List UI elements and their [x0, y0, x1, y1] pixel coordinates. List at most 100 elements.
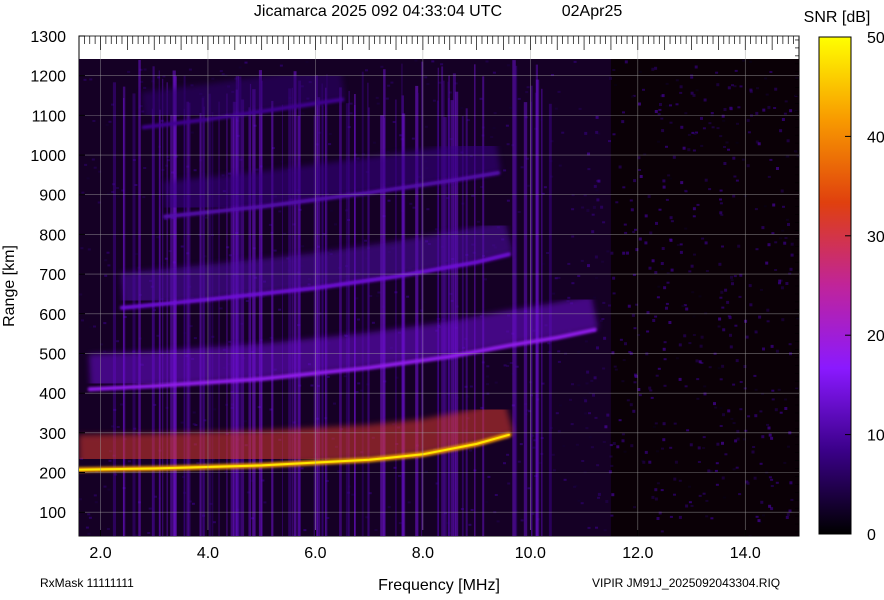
noise-speckle — [769, 71, 773, 73]
y-tick-label: 1100 — [32, 108, 67, 125]
noise-speckle — [658, 208, 662, 211]
noise-block — [766, 308, 770, 312]
noise-block — [603, 336, 607, 340]
noise-block — [754, 414, 758, 418]
noise-speckle — [696, 203, 700, 206]
noise-block — [624, 342, 627, 346]
noise-block — [655, 221, 658, 225]
noise-speckle — [619, 338, 623, 341]
noise-block — [779, 129, 783, 133]
y-tick-label: 500 — [39, 346, 66, 363]
noise-speckle — [739, 408, 743, 411]
noise-block — [659, 103, 662, 106]
noise-block — [736, 429, 740, 433]
noise-block — [760, 500, 764, 504]
noise-block — [593, 376, 597, 380]
noise-block — [608, 470, 612, 474]
interference-stripe — [515, 65, 518, 536]
noise-block — [780, 189, 784, 193]
noise-block — [713, 402, 716, 406]
noise-speckle — [681, 305, 685, 308]
noise-block — [584, 399, 588, 403]
noise-speckle — [673, 422, 677, 425]
noise-speckle — [721, 306, 725, 309]
noise-speckle — [774, 269, 778, 271]
noise-speckle — [716, 127, 720, 130]
noise-block — [735, 359, 739, 363]
noise-speckle — [691, 131, 695, 134]
noise-speckle — [622, 186, 626, 189]
noise-speckle — [675, 103, 679, 106]
noise-block — [668, 321, 672, 324]
y-tick-label: 700 — [39, 267, 66, 284]
y-ticks: 100 200 300 400 500 600 700 800 900 1000 1100 1200 1… — [30, 29, 85, 522]
noise-speckle — [748, 60, 752, 63]
noise-block — [789, 109, 793, 113]
x-tick-label: 12.0 — [622, 545, 653, 562]
noise-block — [757, 142, 761, 146]
noise-speckle — [656, 482, 660, 485]
y-tick-label: 300 — [39, 426, 66, 443]
noise-speckle — [717, 367, 721, 370]
noise-block — [651, 67, 655, 71]
noise-speckle — [688, 501, 692, 504]
noise-speckle — [737, 106, 741, 109]
noise-block — [786, 139, 790, 143]
interference-stripe — [339, 87, 342, 536]
noise-block — [781, 118, 785, 121]
noise-block — [726, 300, 730, 304]
interference-stripe — [252, 89, 256, 536]
noise-block — [661, 94, 665, 98]
noise-block — [679, 250, 683, 254]
noise-speckle — [790, 498, 794, 501]
noise-block — [768, 504, 772, 508]
colorbar-tick-label: 10 — [867, 428, 884, 445]
noise-speckle — [638, 169, 641, 171]
noise-speckle — [784, 237, 788, 239]
noise-block — [654, 110, 658, 113]
noise-speckle — [719, 202, 723, 205]
noise-speckle — [715, 462, 719, 465]
noise-block — [627, 304, 631, 308]
noise-block — [744, 319, 748, 323]
ionogram-chart: Jicamarca 2025 092 04:33:04 UTC 02Apr25 … — [1, 3, 884, 594]
noise-block — [716, 83, 720, 87]
noise-speckle — [690, 504, 694, 507]
noise-block — [630, 444, 634, 448]
noise-block — [723, 162, 727, 165]
noise-speckle — [669, 121, 673, 124]
noise-speckle — [676, 244, 680, 246]
noise-block — [597, 492, 601, 496]
noise-block — [632, 409, 636, 413]
noise-speckle — [657, 285, 661, 288]
noise-block — [721, 441, 724, 445]
noise-speckle — [770, 478, 774, 481]
noise-block — [644, 241, 648, 245]
noise-speckle — [722, 119, 726, 122]
noise-speckle — [684, 227, 688, 230]
noise-block — [694, 65, 698, 69]
noise-block — [692, 93, 696, 97]
noise-speckle — [618, 419, 622, 422]
noise-speckle — [741, 158, 745, 161]
noise-block — [731, 282, 734, 286]
noise-speckle — [783, 461, 787, 464]
x-tick-label: 6.0 — [304, 545, 326, 562]
noise-block — [645, 352, 649, 356]
noise-block — [648, 266, 652, 270]
noise-speckle — [770, 485, 774, 487]
noise-block — [654, 66, 658, 70]
noise-block — [789, 481, 793, 485]
noise-block — [595, 130, 599, 134]
interference-stripe — [452, 73, 456, 536]
noise-speckle — [612, 292, 616, 295]
noise-speckle — [692, 149, 696, 152]
noise-speckle — [692, 334, 696, 336]
noise-block — [745, 335, 749, 339]
noise-speckle — [655, 374, 659, 377]
noise-block — [762, 108, 766, 112]
noise-speckle — [759, 410, 763, 413]
noise-block — [719, 211, 723, 215]
noise-block — [678, 515, 682, 519]
noise-speckle — [621, 380, 625, 383]
